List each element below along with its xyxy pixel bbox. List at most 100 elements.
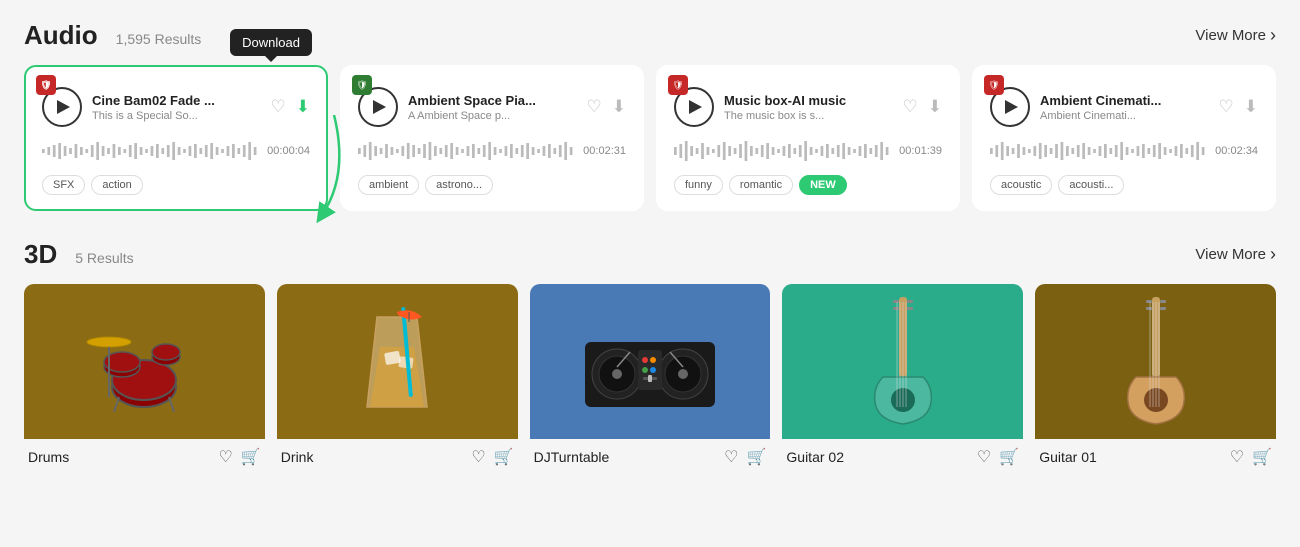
- guitar2-name: Guitar 02: [786, 449, 844, 465]
- three-d-card-dj[interactable]: DJTurntable ♡ 🛒: [530, 284, 771, 471]
- drink-svg: [347, 297, 447, 427]
- card2-info: Ambient Space Pia... A Ambient Space p..…: [408, 93, 577, 122]
- card2-duration: 00:02:31: [583, 145, 626, 157]
- audio-card-2: 🛡 Ambient Space Pia... A Ambient Space p…: [340, 65, 644, 211]
- card1-download-button[interactable]: ⬇: [296, 97, 310, 117]
- guitar2-cart-button[interactable]: 🛒: [999, 447, 1019, 467]
- card2-waveform: 00:02:31: [358, 137, 626, 165]
- card2-heart-button[interactable]: ♡: [587, 97, 602, 117]
- card4-top: Ambient Cinemati... Ambient Cinemati... …: [990, 87, 1258, 127]
- card1-subtitle: This is a Special So...: [92, 110, 261, 122]
- card3-info: Music box-AI music The music box is s...: [724, 93, 893, 122]
- badge2-icon: 🛡: [356, 80, 367, 91]
- download-tooltip: Download: [230, 29, 312, 56]
- card4-badge: 🛡: [984, 75, 1004, 95]
- dj-heart-button[interactable]: ♡: [724, 447, 738, 467]
- guitar1-heart-button[interactable]: ♡: [1230, 447, 1244, 467]
- card1-waveform: 00:00:04: [42, 137, 310, 165]
- audio-section-header: Audio 1,595 Results View More ›: [24, 20, 1276, 51]
- card1-duration: 00:00:04: [267, 145, 310, 157]
- drums-name: Drums: [28, 449, 69, 465]
- card3-tag-new[interactable]: NEW: [799, 175, 847, 195]
- guitar1-cart-button[interactable]: 🛒: [1252, 447, 1272, 467]
- card3-waveform: 00:01:39: [674, 137, 942, 165]
- card4-info: Ambient Cinemati... Ambient Cinemati...: [1040, 93, 1209, 122]
- play-icon-3: [689, 100, 702, 114]
- guitar2-heart-button[interactable]: ♡: [977, 447, 991, 467]
- guitar2-label: Guitar 02 ♡ 🛒: [782, 439, 1023, 471]
- card4-waveform: 00:02:34: [990, 137, 1258, 165]
- card2-tags: ambient astrono...: [358, 175, 626, 195]
- card1-tag-action[interactable]: action: [91, 175, 142, 195]
- card3-tag-romantic[interactable]: romantic: [729, 175, 793, 195]
- drums-cart-button[interactable]: 🛒: [241, 447, 261, 467]
- drink-name: Drink: [281, 449, 314, 465]
- card4-tag-acoustic[interactable]: acoustic: [990, 175, 1052, 195]
- drink-heart-button[interactable]: ♡: [471, 447, 485, 467]
- card1-badge: 🛡: [36, 75, 56, 95]
- card3-tag-funny[interactable]: funny: [674, 175, 723, 195]
- card2-download-button[interactable]: ⬇: [612, 97, 626, 117]
- drums-thumbnail: [24, 284, 265, 439]
- card2-actions: ♡ ⬇: [587, 97, 627, 117]
- card3-duration: 00:01:39: [899, 145, 942, 157]
- drums-heart-button[interactable]: ♡: [219, 447, 233, 467]
- three-d-section-header: 3D 5 Results View More ›: [24, 239, 1276, 270]
- drums-actions: ♡ 🛒: [219, 447, 261, 467]
- guitar1-thumbnail: [1035, 284, 1276, 439]
- card2-badge: 🛡: [352, 75, 372, 95]
- card2-subtitle: A Ambient Space p...: [408, 110, 577, 122]
- three-d-card-guitar2[interactable]: Guitar 02 ♡ 🛒: [782, 284, 1023, 471]
- card2-title: Ambient Space Pia...: [408, 93, 577, 108]
- three-d-card-drums[interactable]: Drums ♡ 🛒: [24, 284, 265, 471]
- three-d-view-more-arrow-icon: ›: [1270, 244, 1276, 265]
- three-d-cards-container: Drums ♡ 🛒: [24, 284, 1276, 471]
- card1-tags: SFX action: [42, 175, 310, 195]
- dj-label: DJTurntable ♡ 🛒: [530, 439, 771, 471]
- guitar1-svg: [1116, 292, 1196, 432]
- card1-info: Cine Bam02 Fade ... This is a Special So…: [92, 93, 261, 122]
- three-d-card-guitar1[interactable]: Guitar 01 ♡ 🛒: [1035, 284, 1276, 471]
- dj-cart-button[interactable]: 🛒: [746, 447, 766, 467]
- guitar1-label: Guitar 01 ♡ 🛒: [1035, 439, 1276, 471]
- card4-actions: ♡ ⬇: [1219, 97, 1259, 117]
- card2-top: Ambient Space Pia... A Ambient Space p..…: [358, 87, 626, 127]
- card4-tag-acousti[interactable]: acousti...: [1058, 175, 1124, 195]
- badge4-icon: 🛡: [988, 80, 999, 91]
- play-icon-4: [1005, 100, 1018, 114]
- drink-thumbnail: [277, 284, 518, 439]
- card4-title: Ambient Cinemati...: [1040, 93, 1209, 108]
- three-d-view-more[interactable]: View More ›: [1195, 244, 1276, 265]
- audio-cards-container: 🛡 Download Cine Bam02 Fade ... This is a…: [24, 65, 1276, 211]
- view-more-arrow-icon: ›: [1270, 25, 1276, 46]
- card1-tag-sfx[interactable]: SFX: [42, 175, 85, 195]
- card1-heart-button[interactable]: ♡: [271, 97, 286, 117]
- card2-tag-astrono[interactable]: astrono...: [425, 175, 493, 195]
- card3-actions: ♡ ⬇: [903, 97, 943, 117]
- drums-label: Drums ♡ 🛒: [24, 439, 265, 471]
- card4-tags: acoustic acousti...: [990, 175, 1258, 195]
- card1-title: Cine Bam02 Fade ...: [92, 93, 261, 108]
- card3-subtitle: The music box is s...: [724, 110, 893, 122]
- guitar2-thumbnail: [782, 284, 1023, 439]
- card3-heart-button[interactable]: ♡: [903, 97, 918, 117]
- dj-actions: ♡ 🛒: [724, 447, 766, 467]
- card3-download-button[interactable]: ⬇: [928, 97, 942, 117]
- audio-card-1: 🛡 Download Cine Bam02 Fade ... This is a…: [24, 65, 328, 211]
- badge-shield-icon: 🛡: [40, 80, 51, 91]
- audio-card-3: 🛡 Music box-AI music The music box is s.…: [656, 65, 960, 211]
- audio-section-title: Audio: [24, 20, 98, 51]
- card4-heart-button[interactable]: ♡: [1219, 97, 1234, 117]
- drink-cart-button[interactable]: 🛒: [494, 447, 514, 467]
- card3-badge: 🛡: [668, 75, 688, 95]
- card4-download-button[interactable]: ⬇: [1244, 97, 1258, 117]
- three-d-card-drink[interactable]: Drink ♡ 🛒: [277, 284, 518, 471]
- guitar2-actions: ♡ 🛒: [977, 447, 1019, 467]
- tooltip-box: Download: [230, 29, 312, 56]
- guitar2-svg: [863, 292, 943, 432]
- drink-actions: ♡ 🛒: [471, 447, 513, 467]
- card2-tag-ambient[interactable]: ambient: [358, 175, 419, 195]
- dj-thumbnail: [530, 284, 771, 439]
- three-d-section-count: 5 Results: [75, 250, 133, 266]
- audio-view-more[interactable]: View More ›: [1195, 25, 1276, 46]
